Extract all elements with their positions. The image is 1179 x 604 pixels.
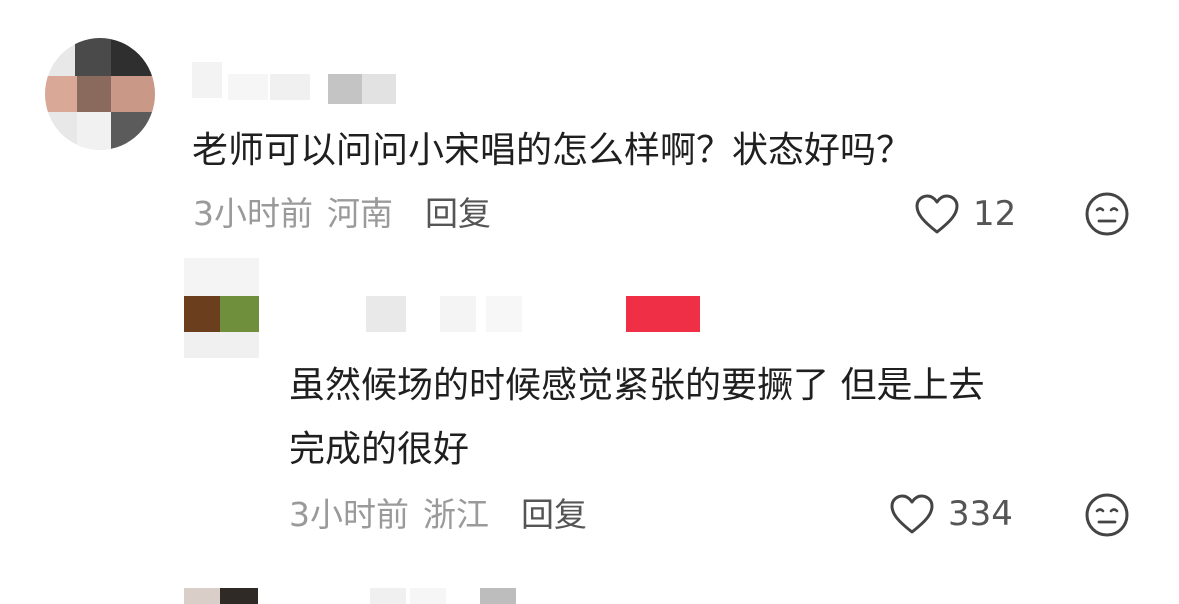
comment-text-line-1: 虽然候场的时候感觉紧张的要撅了 但是上去 bbox=[289, 365, 985, 406]
comment-location: 河南 bbox=[327, 194, 393, 233]
heart-outline-icon bbox=[888, 492, 936, 536]
like-button[interactable]: 12 bbox=[913, 192, 1016, 236]
comment-time: 3小时前 bbox=[289, 495, 409, 534]
reply-button[interactable]: 回复 bbox=[521, 488, 587, 536]
avatar[interactable] bbox=[184, 258, 259, 358]
like-count: 12 bbox=[973, 194, 1017, 234]
username[interactable] bbox=[192, 62, 407, 104]
reply-button[interactable]: 回复 bbox=[425, 187, 491, 235]
comment-text: 老师可以问问小宋唱的怎么样啊？状态好吗？ bbox=[192, 130, 913, 171]
comment-location: 浙江 bbox=[423, 495, 489, 534]
next-comment-partial bbox=[184, 588, 524, 604]
comment-time: 3小时前 bbox=[193, 194, 313, 233]
comment-text-line-2: 完成的很好 bbox=[289, 429, 470, 470]
like-count: 334 bbox=[948, 494, 1013, 534]
neutral-face-icon[interactable] bbox=[1084, 492, 1130, 538]
avatar[interactable] bbox=[45, 38, 155, 150]
username[interactable] bbox=[290, 294, 705, 334]
neutral-face-icon[interactable] bbox=[1084, 191, 1130, 237]
like-button[interactable]: 334 bbox=[888, 492, 1013, 536]
heart-outline-icon bbox=[913, 192, 961, 236]
